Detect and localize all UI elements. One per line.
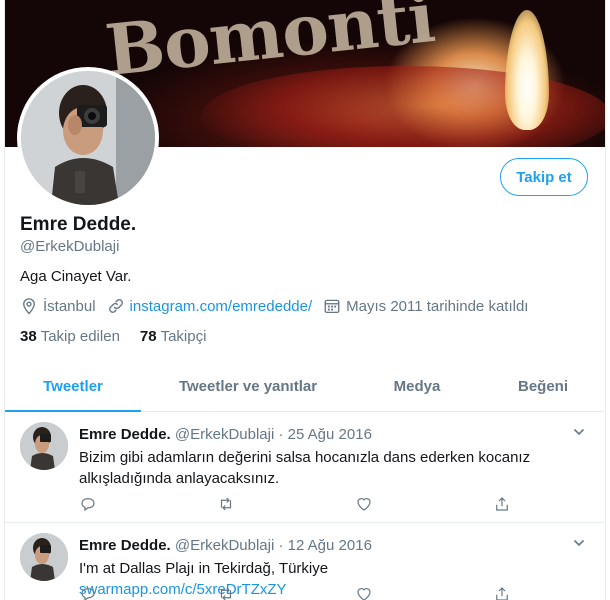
tweet-actions xyxy=(79,495,605,513)
tweet-author-handle[interactable]: @ErkekDublaji xyxy=(175,426,274,443)
reply-icon xyxy=(81,498,95,512)
profile-tabs: Tweetler Tweetler ve yanıtlar Medya Beğe… xyxy=(5,362,605,412)
tweet-date[interactable]: 12 Ağu 2016 xyxy=(288,537,372,554)
reply-button[interactable] xyxy=(79,585,217,600)
profile-website[interactable]: instagram.com/emrededde/ xyxy=(107,297,313,315)
followers-stat[interactable]: 78 Takipçi xyxy=(140,328,207,345)
like-button[interactable] xyxy=(355,585,493,600)
tweet-avatar[interactable] xyxy=(20,533,68,581)
avatar-photo xyxy=(21,71,155,205)
follow-button[interactable]: Takip et xyxy=(500,158,588,196)
heart-icon xyxy=(357,498,371,511)
profile-handle: @ErkekDublaji xyxy=(20,238,120,255)
profile-avatar[interactable] xyxy=(17,67,159,209)
tab-media[interactable]: Medya xyxy=(355,362,479,411)
link-icon xyxy=(108,299,123,313)
profile-meta: İstanbul instagram.com/emrededde/ Mayıs … xyxy=(20,297,539,315)
followers-count: 78 xyxy=(139,328,157,345)
tweet-text-body: I'm at Dallas Plajı in Tekirdağ, Türkiye xyxy=(79,560,329,577)
tweet-avatar-photo xyxy=(20,533,68,581)
joined-text: Mayıs 2011 tarihinde katıldı xyxy=(346,297,529,315)
retweet-button[interactable] xyxy=(217,495,355,513)
tweet-separator: · xyxy=(278,537,284,554)
avatar xyxy=(21,71,155,205)
profile-name: Emre Dedde. xyxy=(20,214,137,235)
share-button[interactable] xyxy=(493,495,605,513)
followers-label: Takipçi xyxy=(160,328,207,345)
retweet-button[interactable] xyxy=(217,585,355,600)
following-stat[interactable]: 38 Takip edilen xyxy=(20,328,120,345)
tweet-author-handle[interactable]: @ErkekDublaji xyxy=(175,537,274,554)
heart-icon xyxy=(357,588,371,600)
following-label: Takip edilen xyxy=(40,328,120,345)
retweet-icon xyxy=(220,587,232,600)
tweet-author-name[interactable]: Emre Dedde. xyxy=(79,537,171,554)
location-text: İstanbul xyxy=(43,297,96,315)
website-link[interactable]: instagram.com/emrededde/ xyxy=(130,298,313,315)
tweet-header: Emre Dedde. @ErkekDublaji · 25 Ağu 2016 xyxy=(79,426,372,443)
tweet[interactable]: Emre Dedde. @ErkekDublaji · 25 Ağu 2016 … xyxy=(5,412,605,523)
reply-icon xyxy=(81,588,95,600)
tweet-date[interactable]: 25 Ağu 2016 xyxy=(288,426,372,443)
retweet-icon xyxy=(220,497,232,511)
candle-flame xyxy=(505,10,549,130)
profile-joined: Mayıs 2011 tarihinde katıldı xyxy=(323,297,528,315)
calendar-icon xyxy=(324,299,340,314)
tweet-separator: · xyxy=(278,426,284,443)
chevron-down-icon[interactable] xyxy=(573,426,585,438)
share-button[interactable] xyxy=(493,585,605,600)
profile-bio: Aga Cinayet Var. xyxy=(20,268,132,285)
tweet-avatar-photo xyxy=(20,422,68,470)
tweet-avatar[interactable] xyxy=(20,422,68,470)
following-count: 38 xyxy=(20,328,37,345)
reply-button[interactable] xyxy=(79,495,217,513)
tab-tweets-and-replies[interactable]: Tweetler ve yanıtlar xyxy=(141,362,355,411)
share-icon xyxy=(496,497,508,511)
tweet[interactable]: Emre Dedde. @ErkekDublaji · 12 Ağu 2016 … xyxy=(5,523,605,600)
tweet-author-name[interactable]: Emre Dedde. xyxy=(79,426,171,443)
profile-location: İstanbul xyxy=(20,297,96,315)
tab-likes[interactable]: Beğeni xyxy=(479,362,605,411)
tab-tweets[interactable]: Tweetler xyxy=(5,362,141,412)
profile-page: Bomonti Takip et Emre Dedde. @ErkekDubla… xyxy=(4,0,606,600)
profile-stats: 38 Takip edilen 78 Takipçi xyxy=(20,328,226,345)
share-icon xyxy=(496,587,508,600)
tweet-actions xyxy=(79,585,605,600)
chevron-down-icon[interactable] xyxy=(573,537,585,549)
map-pin-icon xyxy=(23,298,35,315)
like-button[interactable] xyxy=(355,495,493,513)
tweet-header: Emre Dedde. @ErkekDublaji · 12 Ağu 2016 xyxy=(79,537,372,554)
tweet-text: Bizim gibi adamların değerini salsa hoca… xyxy=(79,449,531,487)
